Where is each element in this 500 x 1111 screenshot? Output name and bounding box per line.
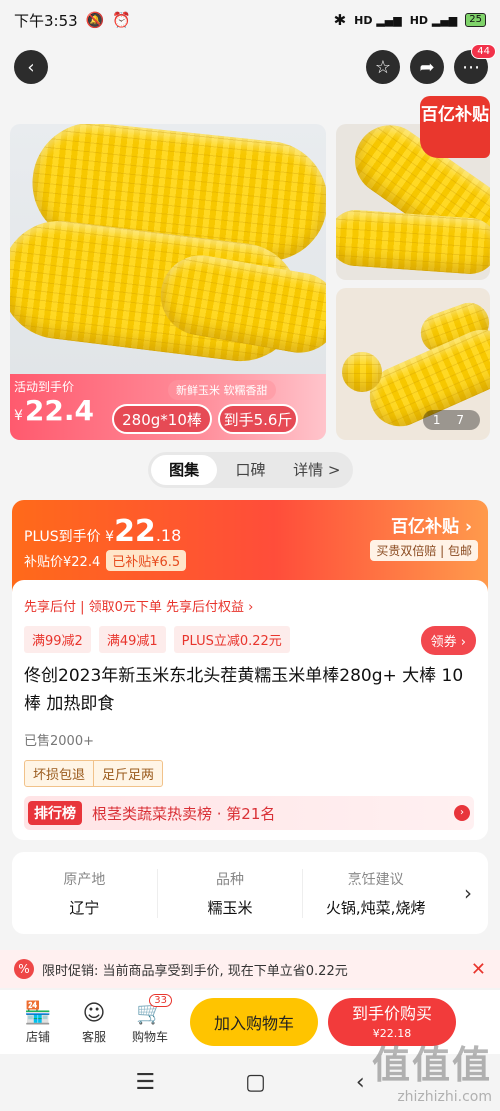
get-coupon-button[interactable]: 领券 ›: [420, 626, 476, 655]
promo-notice: % 限时促销: 当前商品享受到手价, 现在下单立省0.22元 ✕: [0, 950, 500, 988]
tab-details[interactable]: 详情 >: [284, 455, 350, 485]
promo-tagline: 新鲜玉米 软糯香甜: [168, 380, 276, 400]
ranking-bar[interactable]: 排行榜 根茎类蔬菜热卖榜 · 第21名 ›: [24, 796, 474, 830]
subsidy-corner-badge: 百亿补贴: [420, 96, 490, 158]
promo-price-strip: 活动到手价 ¥22.4 新鲜玉米 软糯香甜 280g*10棒 到手5.6斤: [10, 374, 326, 440]
attributes-card[interactable]: 原产地 辽宁 品种 糯玉米 烹饪建议 火锅,炖菜,烧烤 ›: [12, 852, 488, 934]
add-to-cart-button[interactable]: 加入购物车: [190, 998, 318, 1046]
subsidy-chip: 已补贴¥6.5: [106, 550, 187, 571]
chevron-right-icon: ›: [454, 805, 470, 821]
attr-origin: 原产地 辽宁: [12, 868, 158, 918]
more-badge: 44: [471, 44, 496, 59]
ranking-tag: 排行榜: [28, 801, 82, 825]
sold-count: 已售2000+: [24, 734, 94, 749]
guarantee-tags: 坏损包退 足斤足两: [24, 760, 164, 787]
signal-icon: HD ▂▄▆: [354, 13, 402, 27]
coupon-tag[interactable]: 满49减1: [98, 626, 166, 653]
home-icon[interactable]: ▢: [245, 1070, 266, 1095]
close-icon[interactable]: ✕: [471, 959, 486, 980]
status-time: 下午3:53: [14, 11, 78, 30]
weight-pill: 到手5.6斤: [218, 404, 298, 434]
mute-icon: 🔕: [85, 11, 105, 29]
tab-album[interactable]: 图集: [151, 455, 218, 485]
status-bar: 下午3:53 🔕 ⏰ ✱ HD ▂▄▆ HD ▂▄▆ 25: [0, 0, 500, 40]
pay-later-link[interactable]: 先享后付 | 领取0元下单 先享后付权益 ›: [24, 596, 253, 615]
cart-badge: 33: [149, 993, 172, 1007]
product-title: 佟创2023年新玉米东北头茬黄糯玉米单棒280g+ 大棒 10棒 加热即食: [24, 666, 464, 714]
battery-icon: 25: [465, 13, 486, 27]
attr-cooking: 烹饪建议 火锅,炖菜,烧烤: [325, 871, 426, 917]
coupon-tag[interactable]: PLUS立减0.22元: [173, 626, 290, 653]
coupon-list: 满99减2 满49减1 PLUS立减0.22元: [24, 626, 290, 653]
attr-variety: 品种 糯玉米: [158, 868, 304, 918]
share-icon[interactable]: ➦: [410, 50, 444, 84]
discount-icon: %: [14, 959, 34, 979]
product-gallery[interactable]: 活动到手价 ¥22.4 新鲜玉米 软糯香甜 280g*10棒 到手5.6斤 1 …: [10, 96, 490, 440]
guarantee-tag: 足斤足两: [93, 761, 162, 786]
bluetooth-icon: ✱: [333, 11, 347, 29]
promo-label: 活动到手价: [14, 380, 75, 394]
chevron-right-icon[interactable]: ›: [448, 881, 488, 905]
signal-icon-2: HD ▂▄▆: [409, 13, 458, 27]
subsidy-guarantee: 买贵双倍赔 | 包邮: [370, 540, 478, 561]
subsidy-brand[interactable]: 百亿补贴 ›: [391, 512, 472, 537]
ranking-text: 根茎类蔬菜热卖榜 · 第21名: [92, 804, 276, 823]
spec-pill: 280g*10棒: [112, 404, 212, 434]
back-icon[interactable]: ‹: [14, 50, 48, 84]
cart-button[interactable]: 🛒 33 购物车: [122, 993, 178, 1045]
plus-price: PLUS到手价 ¥22.18: [24, 514, 182, 549]
price-card: PLUS到手价 ¥22.18 补贴价¥22.4 已补贴¥6.5 百亿补贴 › 买…: [12, 500, 488, 592]
promo-price: ¥22.4: [14, 394, 95, 427]
gallery-tabs: 图集 口碑 详情 >: [148, 452, 353, 488]
main-product-image[interactable]: 活动到手价 ¥22.4 新鲜玉米 软糯香甜 280g*10棒 到手5.6斤: [10, 124, 326, 440]
side-product-image-2[interactable]: 1 7: [336, 288, 490, 440]
corn-image-5: [336, 208, 490, 276]
top-nav: ‹ ☆ ➦ ⋯ 44: [14, 44, 496, 86]
coupon-tag[interactable]: 满99减2: [24, 626, 91, 653]
tab-reviews[interactable]: 口碑: [217, 455, 283, 485]
store-icon: 🏪: [24, 1000, 52, 1026]
star-icon[interactable]: ☆: [366, 50, 400, 84]
menu-icon[interactable]: ☰: [135, 1070, 155, 1095]
watermark: 值值值 zhizhizhi.com: [371, 1043, 492, 1105]
service-icon: ☺: [82, 1000, 106, 1026]
subsidy-line: 补贴价¥22.4 已补贴¥6.5: [24, 550, 187, 571]
notice-text: 限时促销: 当前商品享受到手价, 现在下单立省0.22元: [42, 963, 348, 979]
store-button[interactable]: 🏪 店铺: [10, 1000, 66, 1045]
product-info-card: 先享后付 | 领取0元下单 先享后付权益 › 满99减2 满49减1 PLUS立…: [12, 580, 488, 840]
guarantee-tag: 坏损包退: [33, 768, 86, 783]
corn-image-8: [342, 352, 382, 392]
service-button[interactable]: ☺ 客服: [66, 1000, 122, 1045]
more-icon[interactable]: ⋯ 44: [454, 44, 496, 84]
back-nav-icon[interactable]: ‹: [356, 1070, 365, 1095]
image-counter: 1 7: [422, 410, 480, 430]
alarm-icon: ⏰: [112, 11, 132, 29]
